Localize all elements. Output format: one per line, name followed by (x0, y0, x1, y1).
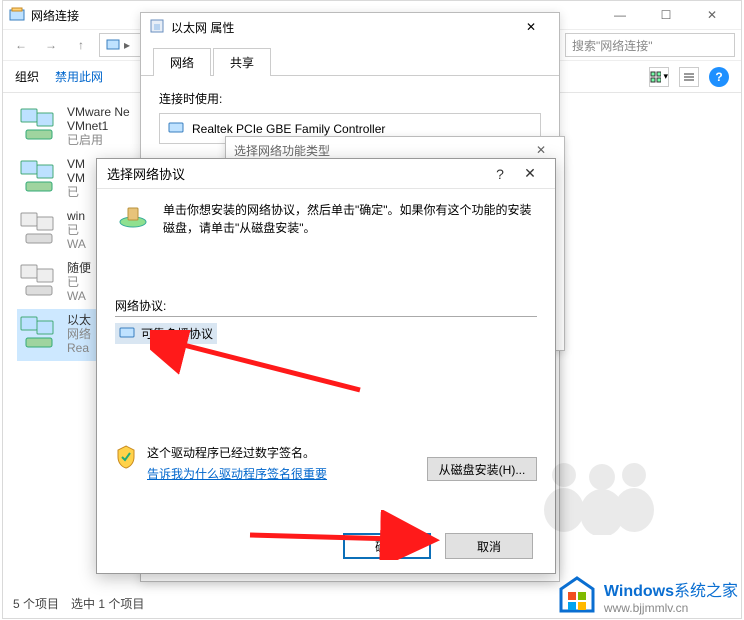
signed-badge-icon (115, 444, 137, 470)
selected-count: 选中 1 个项目 (71, 595, 144, 612)
network-icon (106, 37, 120, 54)
adapter-icon (17, 313, 59, 351)
eth-tabs: 网络 共享 (141, 47, 559, 76)
adapter-icon (17, 261, 59, 299)
cancel-button[interactable]: 取消 (445, 533, 533, 559)
tab-sharing[interactable]: 共享 (213, 48, 271, 76)
proto-title: 选择网络协议 (107, 164, 485, 183)
watermark-title: Windows系统之家 (604, 583, 738, 600)
protocol-item-icon (119, 325, 135, 342)
adapter-icon (17, 105, 59, 143)
site-watermark: Windows系统之家 www.bjjmmlv.cn (556, 575, 738, 617)
eth-title: 以太网 属性 (171, 19, 511, 36)
adapter-icon (17, 157, 59, 195)
watermark-url: www.bjjmmlv.cn (604, 601, 738, 615)
search-input[interactable]: 搜索"网络连接" (565, 33, 735, 57)
controller-name: Realtek PCIe GBE Family Controller (192, 122, 385, 136)
watermark-logo-icon (556, 575, 598, 617)
nic-icon (168, 120, 184, 137)
type-title: 选择网络功能类型 (234, 142, 526, 159)
status-bar: 5 个项目 选中 1 个项目 (13, 595, 144, 612)
faint-watermark-icon (534, 455, 654, 549)
install-from-disk-button[interactable]: 从磁盘安装(H)... (427, 457, 537, 481)
disable-device-link[interactable]: 禁用此网 (55, 68, 103, 85)
proto-intro-text: 单击你想安装的网络协议，然后单击"确定"。如果你有这个功能的安装磁盘，请单击"从… (163, 201, 537, 237)
maximize-button[interactable]: ☐ (643, 1, 689, 29)
forward-button[interactable]: → (39, 33, 63, 57)
ok-button[interactable]: 确定 (343, 533, 431, 559)
ethernet-icon (149, 18, 165, 37)
signed-text: 这个驱动程序已经过数字签名。 (147, 444, 327, 461)
select-network-protocol-dialog: 选择网络协议 ? ✕ 单击你想安装的网络协议，然后单击"确定"。如果你有这个功能… (96, 158, 556, 574)
search-placeholder: 搜索"网络连接" (572, 37, 653, 54)
proto-titlebar: 选择网络协议 ? ✕ (97, 159, 555, 189)
details-button[interactable] (679, 67, 699, 87)
close-button[interactable]: ✕ (515, 165, 545, 182)
tab-network[interactable]: 网络 (153, 48, 211, 76)
close-button[interactable]: ✕ (511, 20, 551, 34)
proto-list-label: 网络协议: (115, 297, 537, 314)
help-button[interactable]: ? (709, 67, 729, 87)
eth-titlebar: 以太网 属性 ✕ (141, 13, 559, 41)
view-button[interactable]: ▾ (649, 67, 669, 87)
organize-menu[interactable]: 组织 (15, 68, 39, 85)
minimize-button[interactable]: — (597, 1, 643, 29)
control-panel-icon (9, 6, 25, 25)
help-button[interactable]: ? (485, 166, 515, 182)
item-count: 5 个项目 (13, 595, 59, 612)
why-signing-link[interactable]: 告诉我为什么驱动程序签名很重要 (147, 465, 327, 482)
up-button[interactable]: ↑ (69, 33, 93, 57)
close-button[interactable]: ✕ (689, 1, 735, 29)
close-button[interactable]: ✕ (526, 143, 556, 157)
protocol-list-item[interactable]: 可靠多播协议 (115, 323, 217, 344)
back-button[interactable]: ← (9, 33, 33, 57)
protocol-list[interactable]: 可靠多播协议 (115, 316, 537, 426)
protocol-item-label: 可靠多播协议 (141, 325, 213, 342)
adapter-icon (17, 209, 59, 247)
protocol-icon (115, 201, 151, 231)
connect-using-label: 连接时使用: (159, 90, 541, 107)
